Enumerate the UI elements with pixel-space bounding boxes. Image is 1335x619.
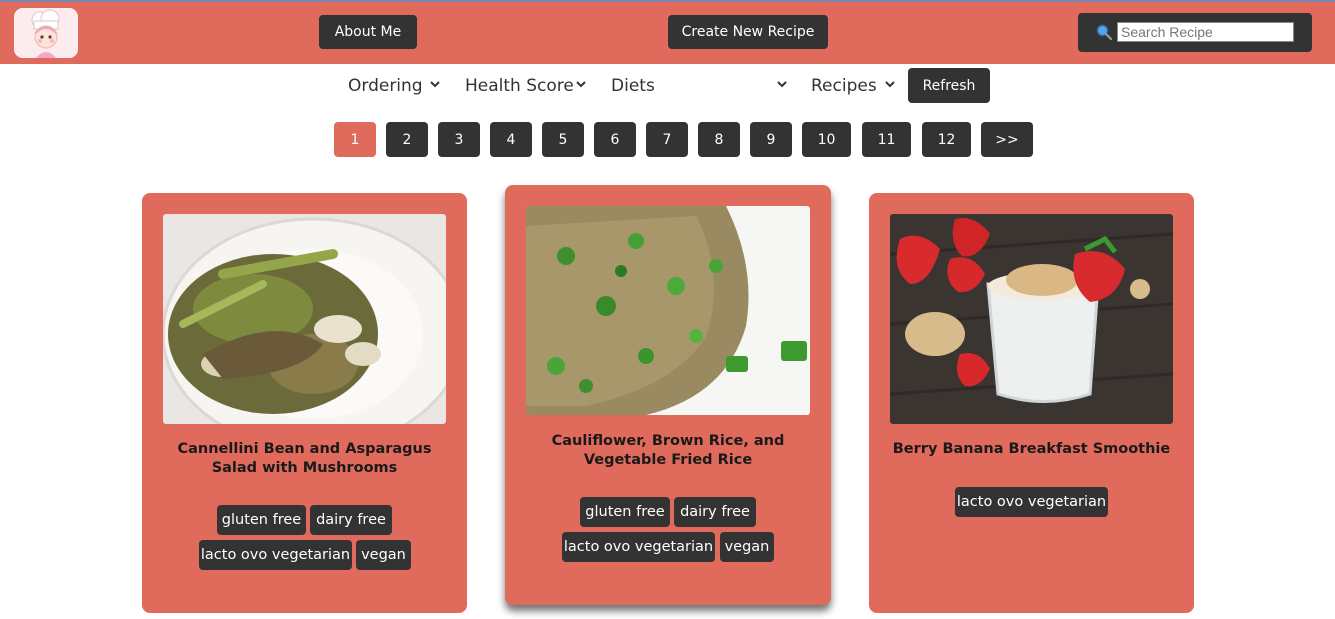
- recipe-card[interactable]: Cannellini Bean and Asparagus Salad with…: [142, 193, 467, 613]
- header-bar: About Me Create New Recipe: [0, 2, 1335, 64]
- recipe-title: Berry Banana Breakfast Smoothie: [892, 441, 1171, 457]
- diets-select[interactable]: Diets: [611, 72, 655, 100]
- ordering-select[interactable]: Ordering: [348, 72, 423, 100]
- chef-logo-icon[interactable]: [14, 8, 78, 58]
- recipes-select[interactable]: Recipes: [811, 72, 877, 100]
- diet-tag: vegan: [356, 540, 411, 570]
- diet-tag: lacto ovo vegetarian: [562, 532, 715, 562]
- chevron-down-icon: [430, 81, 440, 88]
- page-button-3[interactable]: 3: [438, 122, 480, 157]
- chevron-down-icon: [777, 81, 787, 88]
- page-button-1[interactable]: 1: [334, 122, 376, 157]
- page-button-8[interactable]: 8: [698, 122, 740, 157]
- refresh-button[interactable]: Refresh: [908, 68, 990, 103]
- page-button-5[interactable]: 5: [542, 122, 584, 157]
- page-button-11[interactable]: 11: [862, 122, 911, 157]
- recipe-title: Cannellini Bean and Asparagus Salad with…: [177, 441, 432, 476]
- recipe-title: Cauliflower, Brown Rice, and Vegetable F…: [551, 433, 785, 468]
- page-button-2[interactable]: 2: [386, 122, 428, 157]
- page-button-4[interactable]: 4: [490, 122, 532, 157]
- health-score-select[interactable]: Health Score: [465, 72, 574, 100]
- recipe-image[interactable]: [890, 214, 1173, 424]
- recipe-card[interactable]: Cauliflower, Brown Rice, and Vegetable F…: [505, 185, 831, 605]
- diet-tag: vegan: [720, 532, 774, 562]
- page-next-button[interactable]: >>: [981, 122, 1033, 157]
- chevron-down-icon: [576, 81, 586, 88]
- diet-tag: dairy free: [674, 497, 756, 527]
- search-box: [1078, 13, 1312, 52]
- create-recipe-button[interactable]: Create New Recipe: [668, 15, 828, 49]
- page-button-6[interactable]: 6: [594, 122, 636, 157]
- search-icon[interactable]: [1096, 24, 1113, 41]
- search-input[interactable]: [1117, 22, 1294, 42]
- page-button-12[interactable]: 12: [922, 122, 971, 157]
- recipe-image[interactable]: [163, 214, 446, 424]
- chevron-down-icon: [885, 81, 895, 88]
- page-button-7[interactable]: 7: [646, 122, 688, 157]
- page-button-9[interactable]: 9: [750, 122, 792, 157]
- about-me-button[interactable]: About Me: [319, 15, 417, 49]
- diet-tag: lacto ovo vegetarian: [955, 487, 1108, 517]
- page-button-10[interactable]: 10: [802, 122, 851, 157]
- recipe-image[interactable]: [526, 206, 810, 415]
- diet-tag: gluten free: [217, 505, 306, 535]
- diet-tag: dairy free: [310, 505, 392, 535]
- diet-tag: gluten free: [580, 497, 670, 527]
- recipe-card[interactable]: Berry Banana Breakfast Smoothie lacto ov…: [869, 193, 1194, 613]
- diet-tag: lacto ovo vegetarian: [199, 540, 352, 570]
